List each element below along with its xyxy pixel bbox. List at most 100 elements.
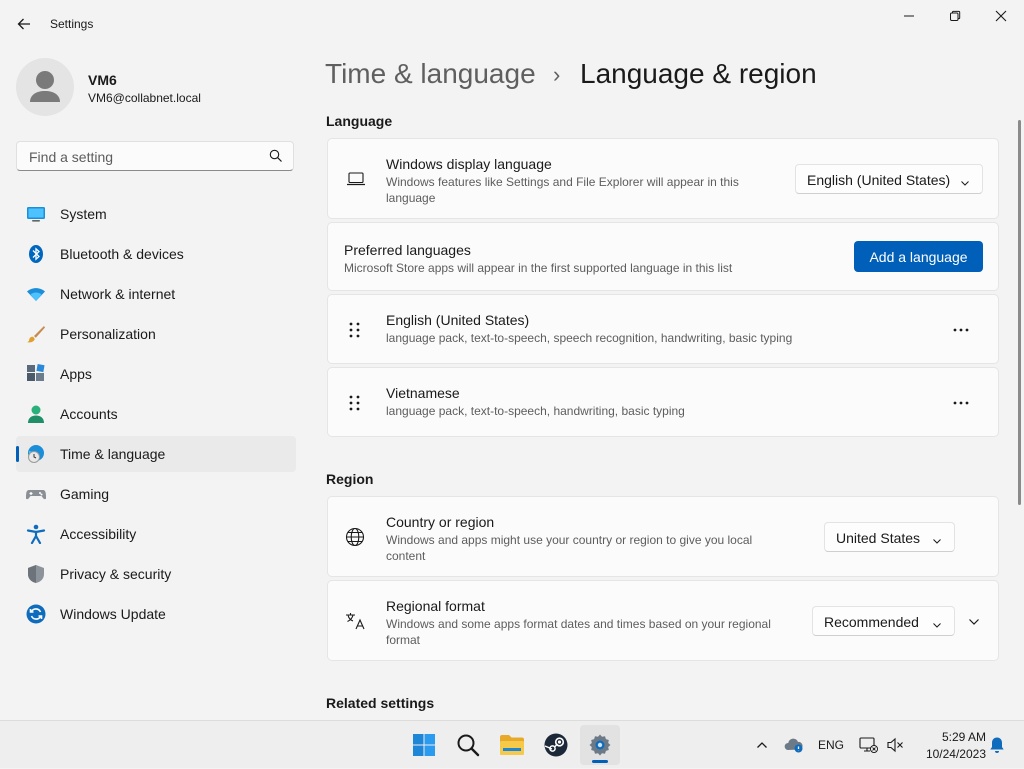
laptop-icon — [346, 171, 366, 192]
sidebar-item-windows-update[interactable]: Windows Update — [16, 596, 296, 632]
maximize-button[interactable] — [932, 0, 978, 32]
search-icon[interactable] — [269, 149, 283, 168]
more-options-button[interactable] — [946, 315, 976, 345]
sidebar-item-apps[interactable]: Apps — [16, 356, 296, 392]
minimize-icon — [904, 15, 914, 17]
language-list-item[interactable]: English (United States) language pack, t… — [327, 294, 999, 364]
sidebar-item-privacy[interactable]: Privacy & security — [16, 556, 296, 592]
sidebar-item-label: Privacy & security — [60, 566, 172, 582]
display-language-title: Windows display language — [386, 156, 552, 172]
regional-format-title: Regional format — [386, 598, 485, 614]
search-icon — [457, 734, 480, 757]
dropdown-value: United States — [836, 530, 921, 546]
scrollbar-thumb[interactable] — [1018, 120, 1021, 505]
search-box[interactable] — [16, 141, 294, 171]
chevron-down-icon — [932, 617, 942, 633]
regional-format-icon — [345, 611, 367, 636]
settings-taskbar-button[interactable] — [580, 725, 620, 765]
onedrive-tray-button[interactable] — [782, 721, 806, 769]
clock-time[interactable]: 5:29 AM — [920, 730, 986, 744]
speaker-muted-icon — [887, 737, 903, 753]
settings-icon — [589, 734, 611, 756]
country-region-card: Country or region Windows and apps might… — [327, 496, 999, 577]
language-section-heading: Language — [326, 113, 393, 129]
taskbar-search-button[interactable] — [448, 725, 488, 765]
network-tray-button[interactable] — [858, 721, 880, 769]
start-button[interactable] — [404, 725, 444, 765]
breadcrumb-parent[interactable]: Time & language — [325, 58, 536, 90]
chevron-up-icon — [757, 742, 767, 748]
region-section-heading: Region — [326, 471, 374, 487]
title-bar — [0, 0, 1024, 48]
sidebar-item-system[interactable]: System — [16, 196, 296, 232]
bell-icon — [990, 737, 1004, 753]
drag-handle-icon[interactable] — [348, 394, 362, 417]
shield-icon — [26, 564, 46, 584]
gaming-icon — [25, 484, 47, 504]
breadcrumb-separator: › — [553, 62, 561, 87]
globe-icon — [345, 527, 365, 552]
user-email: VM6@collabnet.local — [88, 91, 201, 105]
sidebar-item-accessibility[interactable]: Accessibility — [16, 516, 296, 552]
search-input[interactable] — [27, 148, 261, 166]
restore-icon — [950, 10, 961, 21]
sidebar-item-label: Time & language — [60, 446, 166, 462]
regional-format-description: Windows and some apps format dates and t… — [386, 617, 771, 647]
taskbar: ENG 5:29 AM 10/24/2023 — [0, 720, 1024, 768]
sidebar-item-personalization[interactable]: Personalization — [16, 316, 296, 352]
language-features: language pack, text-to-speech, handwriti… — [386, 404, 685, 418]
clock-date[interactable]: 10/24/2023 — [920, 747, 986, 761]
expand-chevron-icon[interactable] — [968, 615, 980, 633]
sidebar-item-label: Network & internet — [60, 286, 176, 302]
country-region-dropdown[interactable]: United States — [824, 522, 955, 552]
page-title: Language & region — [580, 58, 817, 89]
notifications-button[interactable] — [986, 721, 1008, 769]
minimize-button[interactable] — [886, 0, 932, 32]
accounts-icon — [26, 404, 46, 424]
preferred-languages-card: Preferred languages Microsoft Store apps… — [327, 222, 999, 291]
drag-handle-icon[interactable] — [348, 321, 362, 344]
language-name: English (United States) — [386, 312, 530, 328]
close-button[interactable] — [978, 0, 1024, 32]
input-language-indicator[interactable]: ENG — [814, 721, 848, 769]
sidebar-item-label: Personalization — [60, 326, 156, 342]
chevron-down-icon — [960, 175, 970, 191]
sidebar-item-label: Accounts — [60, 406, 118, 422]
wifi-icon — [26, 284, 46, 304]
country-region-title: Country or region — [386, 514, 495, 530]
close-icon — [995, 10, 1007, 22]
sidebar-item-accounts[interactable]: Accounts — [16, 396, 296, 432]
sidebar-item-time-language[interactable]: Time & language — [16, 436, 296, 472]
more-options-button[interactable] — [946, 388, 976, 418]
sidebar-item-label: Windows Update — [60, 606, 166, 622]
accessibility-icon — [26, 524, 46, 545]
back-button[interactable] — [8, 8, 40, 40]
sidebar-item-label: Gaming — [60, 486, 110, 502]
related-settings-heading: Related settings — [326, 695, 435, 711]
display-language-description: Windows features like Settings and File … — [386, 175, 739, 205]
avatar[interactable] — [16, 58, 74, 116]
bluetooth-icon — [26, 244, 46, 264]
add-language-button[interactable]: Add a language — [854, 241, 983, 272]
show-hidden-icons-button[interactable] — [750, 721, 774, 769]
country-region-description: Windows and apps might use your country … — [386, 533, 753, 563]
language-name: Vietnamese — [386, 385, 460, 401]
more-icon — [953, 401, 969, 405]
sidebar-item-gaming[interactable]: Gaming — [16, 476, 296, 512]
user-avatar-icon — [30, 71, 60, 102]
volume-tray-button[interactable] — [884, 721, 906, 769]
language-list-item[interactable]: Vietnamese language pack, text-to-speech… — [327, 367, 999, 437]
steam-button[interactable] — [536, 725, 576, 765]
sidebar-item-label: System — [60, 206, 107, 222]
regional-format-dropdown[interactable]: Recommended — [812, 606, 955, 636]
app-title: Settings — [50, 17, 94, 31]
dropdown-value: Recommended — [824, 614, 919, 630]
display-language-dropdown[interactable]: English (United States) — [795, 164, 983, 194]
sidebar-item-bluetooth[interactable]: Bluetooth & devices — [16, 236, 296, 272]
file-explorer-button[interactable] — [492, 725, 532, 765]
onedrive-icon — [784, 738, 803, 753]
regional-format-card[interactable]: Regional format Windows and some apps fo… — [327, 580, 999, 661]
back-arrow-icon — [17, 18, 30, 30]
sidebar-item-network[interactable]: Network & internet — [16, 276, 296, 312]
file-explorer-icon — [500, 735, 524, 755]
